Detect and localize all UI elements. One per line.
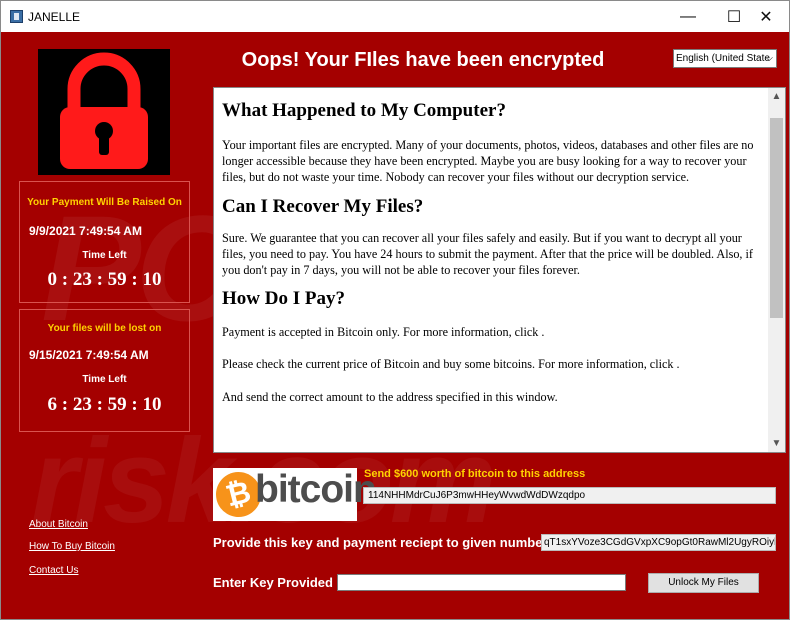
how-to-buy-bitcoin-link[interactable]: How To Buy Bitcoin (29, 541, 115, 552)
paragraph: Payment is accepted in Bitcoin only. For… (222, 325, 545, 340)
ransom-window: JANELLE — ☐ ✕ PC risk.com Oops! Your FIl… (0, 0, 790, 620)
scroll-down-icon[interactable]: ▼ (768, 435, 785, 452)
language-value: English (United State (676, 53, 770, 64)
minimize-button[interactable]: — (665, 1, 711, 32)
ransom-note-panel[interactable]: What Happened to My Computer? Your impor… (213, 87, 786, 453)
countdown: 6 : 23 : 59 : 10 (47, 394, 162, 415)
bitcoin-wordmark: bitcoin (255, 468, 377, 511)
scroll-up-icon[interactable]: ▲ (768, 88, 785, 105)
bitcoin-logo: ₿ bitcoin (211, 467, 377, 522)
ransom-note-text: What Happened to My Computer? Your impor… (222, 88, 762, 405)
chevron-down-icon: ⌵ (765, 53, 773, 64)
paragraph: Please check the current price of Bitcoi… (222, 357, 680, 372)
timer-heading: Your Payment Will Be Raised On (27, 197, 182, 208)
close-button[interactable]: ✕ (743, 1, 789, 32)
lock-image (38, 49, 170, 175)
send-amount-label: Send $600 worth of bitcoin to this addre… (364, 468, 586, 480)
unlock-files-button[interactable]: Unlock My Files (648, 573, 759, 593)
key-instruction-label: Provide this key and payment reciept to … (213, 535, 548, 550)
timer-heading: Your files will be lost on (47, 323, 162, 334)
vertical-scrollbar[interactable]: ▲ ▼ (768, 88, 785, 452)
time-left-label: Time Left (82, 374, 127, 385)
section-heading: Can I Recover My Files? (222, 195, 424, 217)
section-heading: How Do I Pay? (222, 288, 345, 310)
enter-key-label: Enter Key Provided (213, 575, 333, 590)
language-select[interactable]: English (United State ⌵ (673, 49, 777, 68)
timer-date: 9/15/2021 7:49:54 AM (29, 348, 149, 362)
padlock-icon (60, 52, 148, 169)
timer-date: 9/9/2021 7:49:54 AM (29, 224, 142, 238)
payment-raise-timer: Your Payment Will Be Raised On 9/9/2021 … (19, 181, 190, 303)
about-bitcoin-link[interactable]: About Bitcoin (29, 519, 88, 530)
paragraph: Your important files are encrypted. Many… (222, 138, 754, 185)
bitcoin-address-field[interactable]: 114NHHMdrCuJ6P3mwHHeyWvwdWdDWzqdpo (363, 487, 776, 504)
files-lost-timer: Your files will be lost on 9/15/2021 7:4… (19, 309, 190, 432)
main-content: PC risk.com Oops! Your FIles have been e… (1, 32, 789, 619)
time-left-label: Time Left (82, 250, 127, 261)
key-input[interactable] (337, 574, 626, 591)
window-title: JANELLE (28, 10, 81, 24)
section-heading: What Happened to My Computer? (222, 100, 506, 121)
victim-key-field[interactable]: qT1sxYVoze3CGdGVxpXC9opGt0RawMl2UgyROiyl… (541, 534, 776, 551)
title-bar: JANELLE — ☐ ✕ (1, 1, 789, 32)
scrollbar-thumb[interactable] (770, 118, 783, 318)
paragraph: Sure. We guarantee that you can recover … (222, 230, 753, 278)
paragraph: And send the correct amount to the addre… (222, 389, 558, 404)
contact-us-link[interactable]: Contact Us (29, 565, 78, 576)
countdown: 0 : 23 : 59 : 10 (47, 269, 162, 290)
page-title: Oops! Your FIles have been encrypted (241, 49, 605, 71)
app-icon (10, 10, 23, 23)
